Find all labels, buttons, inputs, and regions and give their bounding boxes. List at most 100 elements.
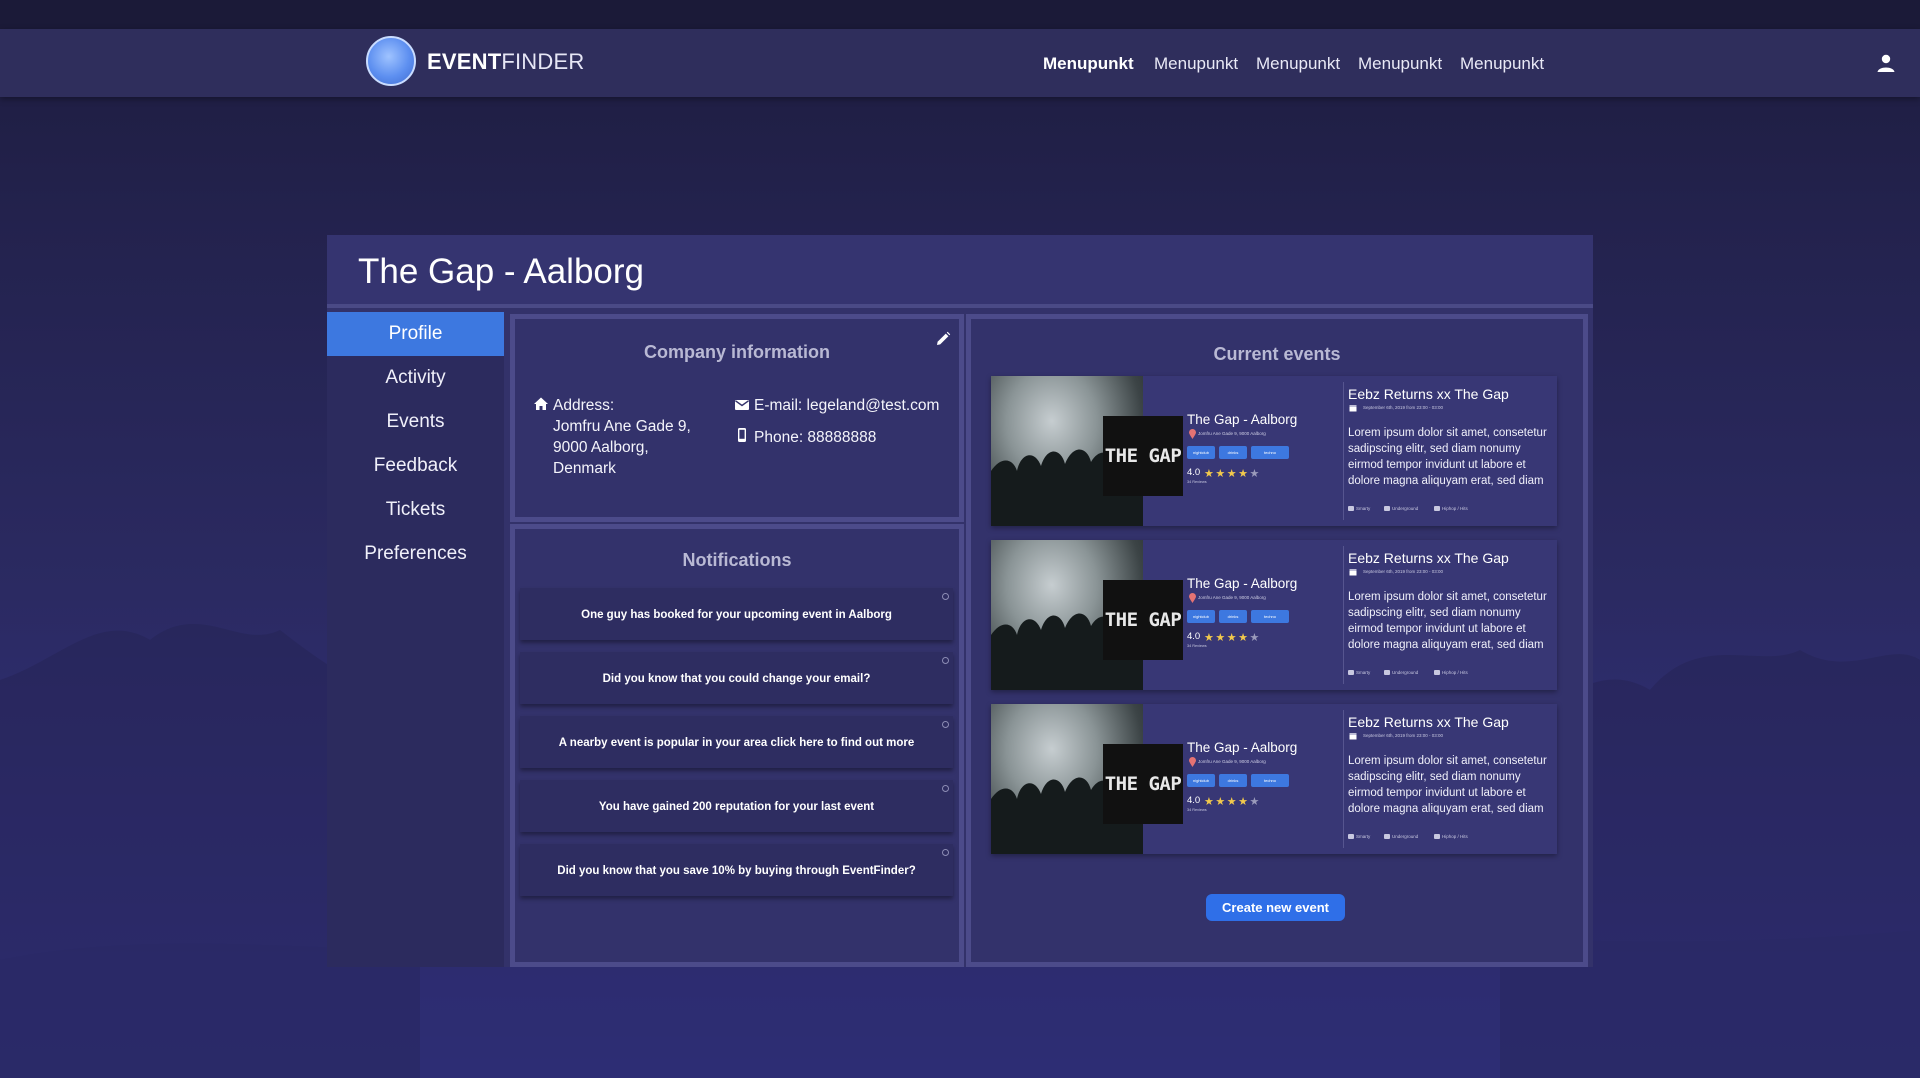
card-divider [1343,710,1344,848]
user-icon[interactable] [1876,53,1896,73]
nav-menu-item-1[interactable]: Menupunkt [1043,54,1134,74]
location-pin-icon [1189,757,1196,767]
event-footer-icon [1384,834,1390,839]
venue-logo: THE GAP [1103,580,1183,660]
event-venue-address: Jomfru Ane Gade 9, 9000 Aalborg [1198,431,1266,436]
notification-text: One guy has booked for your upcoming eve… [581,609,892,621]
event-venue[interactable]: The Gap - Aalborg [1187,412,1297,427]
unread-dot-icon [942,593,949,600]
brand-name-bold: EVENT [427,49,502,74]
unread-dot-icon [942,721,949,728]
event-description: Lorem ipsum dolor sit amet, consetetur s… [1348,755,1547,815]
event-footer-tag: Smarty [1356,670,1371,675]
event-review-count: 34 Reviews [1187,480,1207,484]
star-rating-icon: ★★★★★ [1204,796,1261,808]
notification-text: Did you know that you could change your … [602,673,871,685]
sidebar-item-tickets[interactable]: Tickets [327,488,504,532]
unread-dot-icon [942,849,949,856]
event-venue[interactable]: The Gap - Aalborg [1187,740,1297,755]
top-navbar: EVENTFINDER Menupunkt Menupunkt Menupunk… [0,29,1920,97]
create-new-event-button[interactable]: Create new event [1206,894,1345,921]
notification-text: You have gained 200 reputation for your … [598,801,875,813]
notification-item[interactable]: Did you know that you save 10% by buying… [520,844,953,896]
event-review-count: 34 Reviews [1187,644,1207,648]
eventfinder-logo-icon[interactable] [366,36,416,86]
event-footer-tag: Underground [1392,670,1419,675]
card-divider [1343,546,1344,684]
profile-sidebar: Profile Activity Events Feedback Tickets… [327,312,504,967]
unread-dot-icon [942,785,949,792]
event-card[interactable]: THE GAP The Gap - Aalborg Jomfru Ane Gade … [991,704,1557,854]
event-rating: 4.0 [1187,795,1201,806]
notification-text: Did you know that you save 10% by buying… [557,865,916,877]
star-rating-icon: ★★★★★ [1204,632,1261,644]
phone-icon [738,428,746,442]
event-footer-tag: Hiphop / Hits [1442,834,1468,839]
window-top-strip [0,0,1920,29]
sidebar-item-profile[interactable]: Profile [327,312,504,356]
event-footer-icon [1348,506,1354,511]
star-rating-icon: ★★★★★ [1204,468,1261,480]
event-tag[interactable]: techno [1251,446,1289,459]
event-tag[interactable]: drinks [1219,446,1247,459]
nav-menu-item-5[interactable]: Menupunkt [1460,54,1544,74]
event-tag[interactable]: nightclub [1187,610,1215,623]
event-footer-icon [1384,506,1390,511]
event-date: September 6th, 2019 from 23:00 - 03:00 [1363,569,1444,574]
calendar-icon [1349,733,1357,740]
sidebar-item-preferences[interactable]: Preferences [327,532,504,576]
event-date: September 6th, 2019 from 23:00 - 03:00 [1363,405,1444,410]
event-footer-tag: Hiphop / Hits [1442,506,1468,511]
event-title[interactable]: Eebz Returns xx The Gap [1348,386,1509,402]
event-venue-address: Jomfru Ane Gade 9, 9000 Aalborg [1198,595,1266,600]
event-card[interactable]: THE GAP The Gap - Aalborg Jomfru Ane Gade … [991,540,1557,690]
notification-item[interactable]: A nearby event is popular in your area c… [520,716,953,768]
venue-logo: THE GAP [1103,744,1183,824]
event-footer-icon [1384,670,1390,675]
event-tag[interactable]: techno [1251,610,1289,623]
event-card[interactable]: THE GAP The Gap - Aalborg Jomfru Ane Gade … [991,376,1557,526]
event-tag[interactable]: nightclub [1187,446,1215,459]
notification-item[interactable]: Did you know that you could change your … [520,652,953,704]
address-line-3: Denmark [553,460,616,477]
card-divider [1343,382,1344,520]
event-tag[interactable]: drinks [1219,610,1247,623]
address-label: Address: [553,397,615,414]
notification-item[interactable]: You have gained 200 reputation for your … [520,780,953,832]
brand-name-light: FINDER [501,49,585,74]
home-icon [534,397,548,410]
brand-name[interactable]: EVENTFINDER [427,49,584,75]
email-text: E-mail: legeland@test.com [754,397,940,414]
pencil-icon[interactable] [935,331,951,347]
nav-menu-item-2[interactable]: Menupunkt [1154,54,1238,74]
event-footer-icon [1434,670,1440,675]
nav-menu-item-3[interactable]: Menupunkt [1256,54,1340,74]
sidebar-item-events[interactable]: Events [327,400,504,444]
event-footer-tag: Hiphop / Hits [1442,670,1468,675]
event-footer-tag: Underground [1392,506,1419,511]
event-title[interactable]: Eebz Returns xx The Gap [1348,714,1509,730]
address-line-2: 9000 Aalborg, [553,439,649,456]
notification-item[interactable]: One guy has booked for your upcoming eve… [520,588,953,640]
event-tag[interactable]: drinks [1219,774,1247,787]
current-events-title: Current events [1213,344,1341,364]
event-footer-icon [1348,670,1354,675]
phone-text: Phone: 88888888 [754,429,877,446]
company-profile-card: The Gap - Aalborg Profile Activity Event… [327,235,1593,967]
event-tag[interactable]: techno [1251,774,1289,787]
address-line-1: Jomfru Ane Gade 9, [553,418,691,435]
sidebar-item-activity[interactable]: Activity [327,356,504,400]
mail-icon [735,400,749,410]
company-info-title: Company information [643,342,830,362]
page-title: The Gap - Aalborg [358,252,644,291]
location-pin-icon [1189,593,1196,603]
event-footer-icon [1434,506,1440,511]
company-info-panel: Company information Address: Jomfru Ane … [510,314,964,522]
sidebar-item-feedback[interactable]: Feedback [327,444,504,488]
venue-logo: THE GAP [1103,416,1183,496]
event-title[interactable]: Eebz Returns xx The Gap [1348,550,1509,566]
event-venue[interactable]: The Gap - Aalborg [1187,576,1297,591]
event-tag[interactable]: nightclub [1187,774,1215,787]
calendar-icon [1349,569,1357,576]
nav-menu-item-4[interactable]: Menupunkt [1358,54,1442,74]
